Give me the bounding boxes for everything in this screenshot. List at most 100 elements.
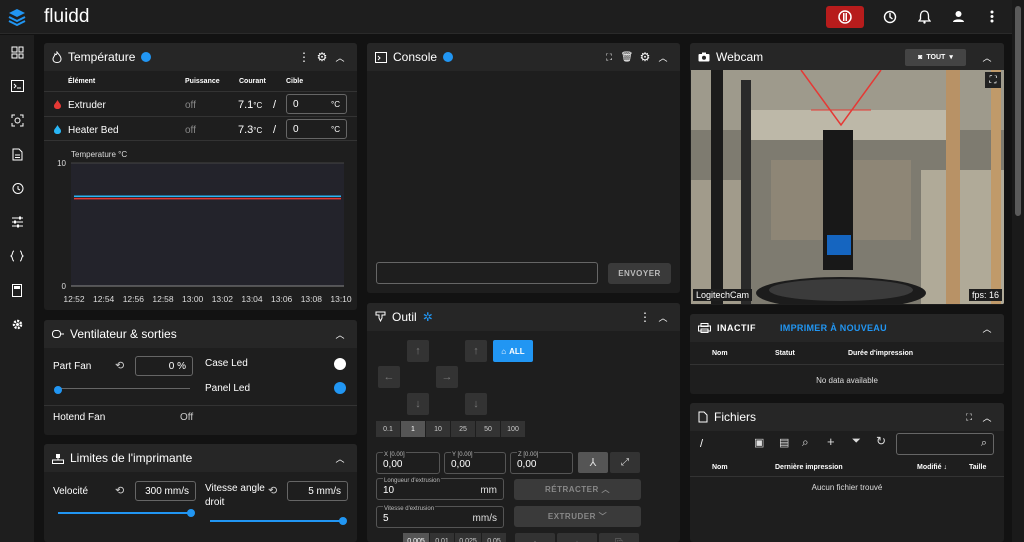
z-step-option[interactable]: 0.05 [482,533,506,542]
case-led-color-swatch[interactable] [334,358,346,370]
chevron-up-icon[interactable]: ︿ [978,408,996,426]
sidebar-item-system[interactable] [0,273,34,307]
filter-icon[interactable]: ⏷ [852,435,861,448]
step-option[interactable]: 0.1 [376,421,400,437]
heater-bed-target-input[interactable]: 0 °C [286,119,347,139]
chevron-up-icon[interactable]: ︿ [654,308,672,326]
refresh-icon[interactable]: ↻ [876,434,886,448]
chevron-up-icon[interactable]: ︿ [978,319,996,337]
z-offset-up-button[interactable]: ↑ [515,533,555,542]
jog-y-plus-button[interactable]: ↑ [407,340,429,362]
console-card: Console ⛶ 🗑 ⚙ ︿ ENVOYER [367,43,680,293]
scrollbar-thumb[interactable] [1015,6,1021,216]
help-icon[interactable] [443,52,454,62]
extrude-length-field[interactable]: Longueur d'extrusion 10 mm [376,478,504,500]
sidebar-item-settings[interactable] [0,307,34,341]
step-option[interactable]: 1 [401,421,425,437]
fullscreen-icon[interactable]: ⛶ [600,48,618,66]
file-upload-print-icon[interactable]: ▣ [754,436,764,449]
chevron-up-icon[interactable]: ︿ [331,325,349,343]
sidebar-item-config[interactable] [0,239,34,273]
home-all-button[interactable]: ⌂ ALL [493,340,533,362]
z-step-option[interactable]: 0.005 [403,533,429,542]
y-position-field[interactable]: Y [0.00] 0,00 [444,452,506,474]
col-modified[interactable]: Modifié ↓ [917,464,947,471]
panel-led-color-swatch[interactable] [334,382,346,394]
chevron-up-icon[interactable]: ︿ [331,449,349,467]
chevron-up-icon[interactable]: ︿ [978,48,996,66]
extrude-button[interactable]: EXTRUDER ﹀ [514,506,641,527]
part-fan-slider-handle[interactable] [54,386,62,394]
step-option[interactable]: 50 [476,421,500,437]
add-icon[interactable]: + [827,434,835,449]
square-corner-slider[interactable] [210,520,343,522]
file-search-input[interactable]: ⌕ [896,433,994,455]
reset-icon[interactable]: ⟲ [115,484,124,497]
send-button[interactable]: ENVOYER [608,263,671,284]
chevron-up-icon[interactable]: ︿ [654,48,672,66]
reprint-button[interactable]: IMPRIMER À NOUVEAU [780,323,887,333]
jog-x-plus-button[interactable]: → [436,366,458,388]
square-corner-slider-handle[interactable] [339,517,347,525]
sidebar-item-tune[interactable] [0,205,34,239]
absolute-mode-button[interactable]: ⅄ [578,452,608,473]
step-option[interactable]: 100 [501,421,525,437]
z-offset-down-button[interactable]: ↓ [557,533,597,542]
dots-vertical-icon[interactable]: ⋮ [295,48,313,66]
jog-z-minus-button[interactable]: ↓ [465,393,487,415]
trash-icon[interactable]: 🗑 [618,48,636,66]
square-corner-input[interactable]: 5 mm/s [287,481,348,501]
help-icon[interactable] [141,52,152,62]
reset-icon[interactable]: ⟲ [115,359,124,372]
fullscreen-icon[interactable]: ⛶ [985,72,1001,88]
camera-filter-dropdown[interactable]: ◙ TOUT ▾ [905,48,966,66]
notifications-button[interactable] [910,6,938,28]
z-offset-save-button[interactable]: ⎘ [599,533,639,542]
console-command-input[interactable] [376,262,598,284]
sidebar-item-history[interactable] [0,171,34,205]
home-y-button[interactable]: ↑ [465,340,487,362]
limits-card-header: Limites de l'imprimante ︿ [44,444,357,472]
step-option[interactable]: 10 [426,421,450,437]
dots-vertical-icon[interactable]: ⋮ [636,308,654,326]
velocity-slider[interactable] [58,512,190,514]
temperature-chart-svg: 10 0 12:52 12:54 12:56 12:58 13:00 13:02 13:04 13… [57,159,352,304]
step-option[interactable]: 25 [451,421,475,437]
sidebar-item-camera[interactable] [0,103,34,137]
sidebar-item-dashboard[interactable] [0,35,34,69]
extruder-target-input[interactable]: 0 °C [286,94,347,114]
reset-icon[interactable]: ⟲ [268,484,277,497]
page-scrollbar[interactable] [1012,0,1024,542]
chevron-up-icon[interactable]: ︿ [331,48,349,66]
search-icon[interactable]: ⌕ [802,435,809,450]
printer-icon [698,323,711,333]
webcam-stream[interactable]: ⛶ LogitechCam fps: 16 [691,70,1004,304]
fluidd-logo-icon[interactable] [0,0,34,34]
motors-off-icon[interactable]: ✲ [423,310,433,324]
more-menu-button[interactable] [978,6,1006,28]
extrude-speed-field[interactable]: Vitesse d'extrusion 5 mm/s [376,506,504,528]
user-button[interactable] [944,6,972,28]
retract-button[interactable]: RÉTRACTER ︿ [514,479,641,500]
z-step-option[interactable]: 0.01 [430,533,454,542]
fullscreen-icon[interactable]: ⛶ [960,408,978,426]
z-step-option[interactable]: 0.025 [455,533,481,542]
part-fan-slider[interactable] [58,388,190,389]
emergency-stop-button[interactable] [826,5,864,28]
sidebar-item-files[interactable] [0,137,34,171]
power-button[interactable] [876,6,904,28]
velocity-slider-handle[interactable] [187,509,195,517]
jog-x-minus-button[interactable]: ← [378,366,400,388]
jog-y-minus-button[interactable]: ↓ [407,393,429,415]
column-toggle-icon[interactable]: ▤ [779,436,789,449]
sidebar-item-console[interactable] [0,69,34,103]
col-status: Statut [775,350,795,357]
velocity-input[interactable]: 300 mm/s [135,481,196,501]
part-fan-input[interactable]: 0 % [135,356,193,376]
gear-icon[interactable]: ⚙ [636,48,654,66]
gear-icon[interactable]: ⚙ [313,48,331,66]
x-position-field[interactable]: X [0.00] 0,00 [376,452,440,474]
user-icon [952,11,964,22]
z-position-field[interactable]: Z [0.00] 0,00 [510,452,573,474]
relative-mode-button[interactable]: ⤢ [610,452,640,473]
